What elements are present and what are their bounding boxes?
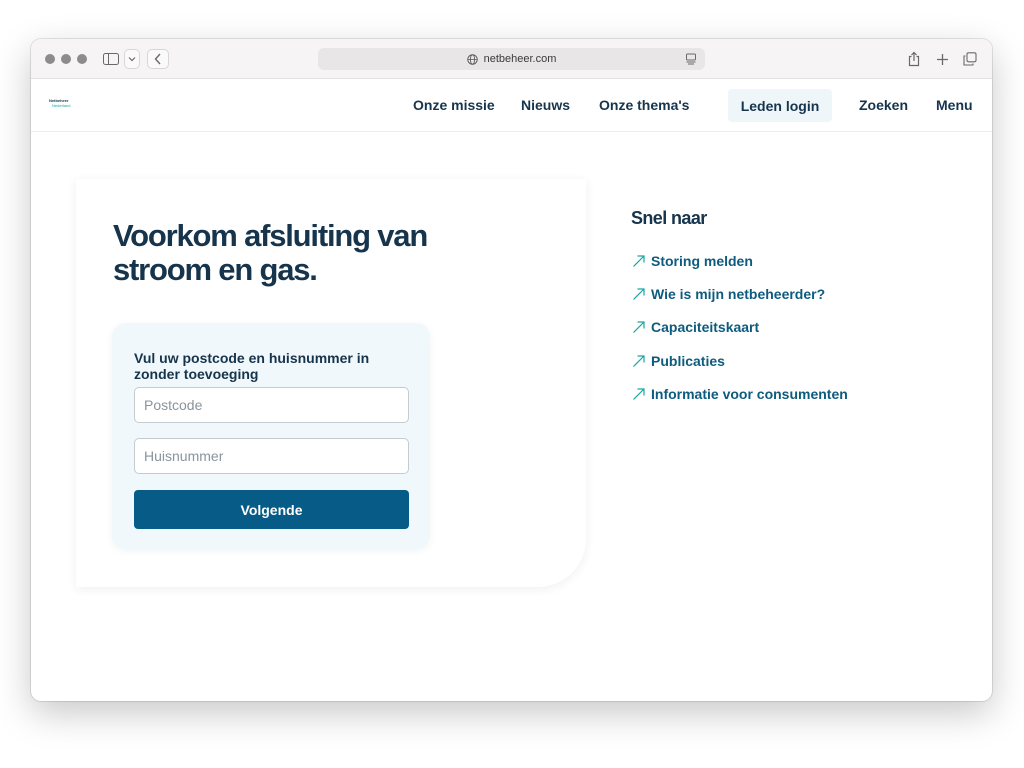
address-bar[interactable]: netbeheer.com: [318, 48, 705, 70]
chevron-left-icon: [154, 53, 161, 65]
quick-link-capaciteitskaart[interactable]: Capaciteitskaart: [631, 311, 848, 344]
quick-link-publicaties[interactable]: Publicaties: [631, 344, 848, 377]
address-url: netbeheer.com: [483, 53, 557, 65]
plus-icon: [936, 53, 948, 65]
share-button[interactable]: [905, 50, 923, 68]
browser-toolbar: netbeheer.com: [31, 39, 992, 79]
site-logo[interactable]: Netbeheer Nederland: [49, 98, 79, 112]
quick-link-label: Informatie voor consumenten: [651, 386, 848, 403]
close-window-button[interactable]: [45, 54, 55, 64]
nav-menu[interactable]: Menu: [936, 97, 973, 113]
arrow-up-right-icon: [631, 319, 647, 335]
nav-zoeken[interactable]: Zoeken: [859, 97, 908, 113]
quick-links-list: Storing melden Wie is mijn netbeheerder?…: [631, 244, 848, 411]
arrow-up-right-icon: [631, 386, 647, 402]
hero-title: Voorkom afsluiting van stroom en gas.: [113, 218, 428, 287]
tab-overview-button[interactable]: [961, 50, 979, 68]
reader-mode-icon[interactable]: [685, 53, 697, 65]
arrow-up-right-icon: [631, 253, 647, 269]
quick-links-title: Snel naar: [631, 208, 707, 228]
chevron-down-icon: [128, 57, 136, 62]
nav-leden-login-button[interactable]: Leden login: [728, 89, 832, 122]
sidebar-icon: [103, 53, 119, 65]
form-label: Vul uw postcode en huisnummer in zonder …: [134, 350, 370, 382]
logo-line-2: Nederland: [52, 103, 71, 108]
quick-link-informatie-voor-consumenten[interactable]: Informatie voor consumenten: [631, 378, 848, 411]
tab-group-menu-button[interactable]: [124, 49, 140, 69]
quick-link-wie-is-mijn-netbeheerder[interactable]: Wie is mijn netbeheerder?: [631, 277, 848, 310]
sidebar-toggle-button[interactable]: [101, 49, 121, 69]
arrow-up-right-icon: [631, 286, 647, 302]
nav-nieuws[interactable]: Nieuws: [521, 97, 570, 113]
quick-link-label: Publicaties: [651, 352, 725, 369]
huisnummer-input[interactable]: [134, 438, 409, 474]
globe-icon: [466, 53, 478, 65]
minimize-window-button[interactable]: [61, 54, 71, 64]
new-tab-button[interactable]: [933, 50, 951, 68]
zoom-window-button[interactable]: [77, 54, 87, 64]
tabs-overview-icon: [963, 52, 977, 66]
volgende-button[interactable]: Volgende: [134, 490, 409, 529]
nav-onze-missie[interactable]: Onze missie: [413, 97, 495, 113]
quick-link-storing-melden[interactable]: Storing melden: [631, 244, 848, 277]
quick-link-label: Capaciteitskaart: [651, 319, 760, 336]
postcode-input[interactable]: [134, 387, 409, 423]
back-button[interactable]: [147, 49, 169, 69]
site-header: Netbeheer Nederland Onze missie Nieuws O…: [31, 80, 992, 132]
share-icon: [908, 51, 920, 67]
quick-link-label: Storing melden: [651, 252, 753, 269]
browser-window: netbeheer.com Netbeheer Nederland Onze m…: [31, 39, 992, 701]
quick-link-label: Wie is mijn netbeheerder?: [651, 286, 826, 303]
nav-onze-themas[interactable]: Onze thema's: [599, 97, 689, 113]
arrow-up-right-icon: [631, 353, 647, 369]
